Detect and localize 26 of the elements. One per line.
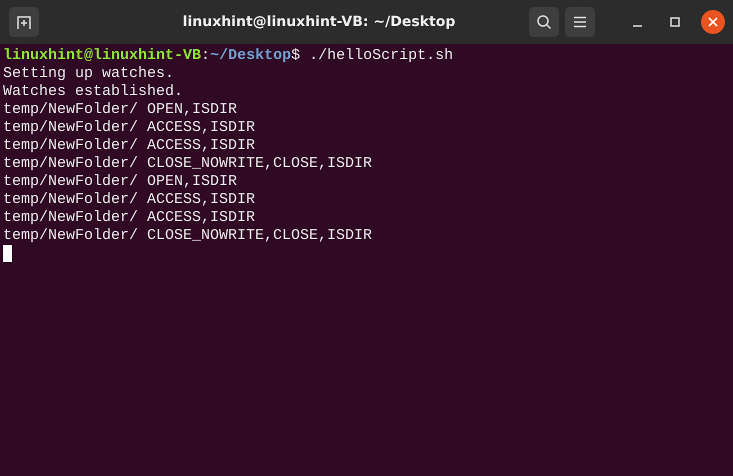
- new-tab-button[interactable]: [9, 7, 39, 37]
- output-line: temp/NewFolder/ OPEN,ISDIR: [3, 173, 238, 191]
- prompt-separator: :: [201, 47, 210, 64]
- window-title: linuxhint@linuxhint-VB: ~/Desktop: [182, 14, 456, 30]
- maximize-icon: [670, 17, 680, 27]
- output-line: temp/NewFolder/ ACCESS,ISDIR: [3, 209, 256, 227]
- output-line: temp/NewFolder/ CLOSE_NOWRITE,CLOSE,ISDIR: [3, 155, 374, 173]
- output-line: temp/NewFolder/ ACCESS,ISDIR: [3, 191, 256, 209]
- prompt-path: ~/Desktop: [210, 47, 292, 64]
- output-line: Watches established.: [3, 83, 184, 101]
- close-button[interactable]: [701, 10, 725, 34]
- output-line: temp/NewFolder/ ACCESS,ISDIR: [3, 119, 256, 137]
- menu-button[interactable]: [565, 7, 595, 37]
- search-button[interactable]: [529, 7, 559, 37]
- output-line: Setting up watches.: [3, 65, 176, 83]
- prompt-symbol: $: [291, 47, 300, 64]
- prompt-user: linuxhint@linuxhint-VB: [3, 47, 202, 64]
- output-line: temp/NewFolder/ OPEN,ISDIR: [3, 101, 238, 119]
- minimize-icon: [632, 25, 642, 27]
- close-icon: [708, 17, 718, 27]
- menu-icon: [573, 16, 587, 28]
- new-tab-icon: [16, 14, 32, 30]
- output-line: temp/NewFolder/ ACCESS,ISDIR: [3, 137, 256, 155]
- output-line: temp/NewFolder/ CLOSE_NOWRITE,CLOSE,ISDIR: [3, 227, 374, 245]
- search-icon: [536, 14, 552, 30]
- command-text: ./helloScript.sh: [309, 47, 454, 64]
